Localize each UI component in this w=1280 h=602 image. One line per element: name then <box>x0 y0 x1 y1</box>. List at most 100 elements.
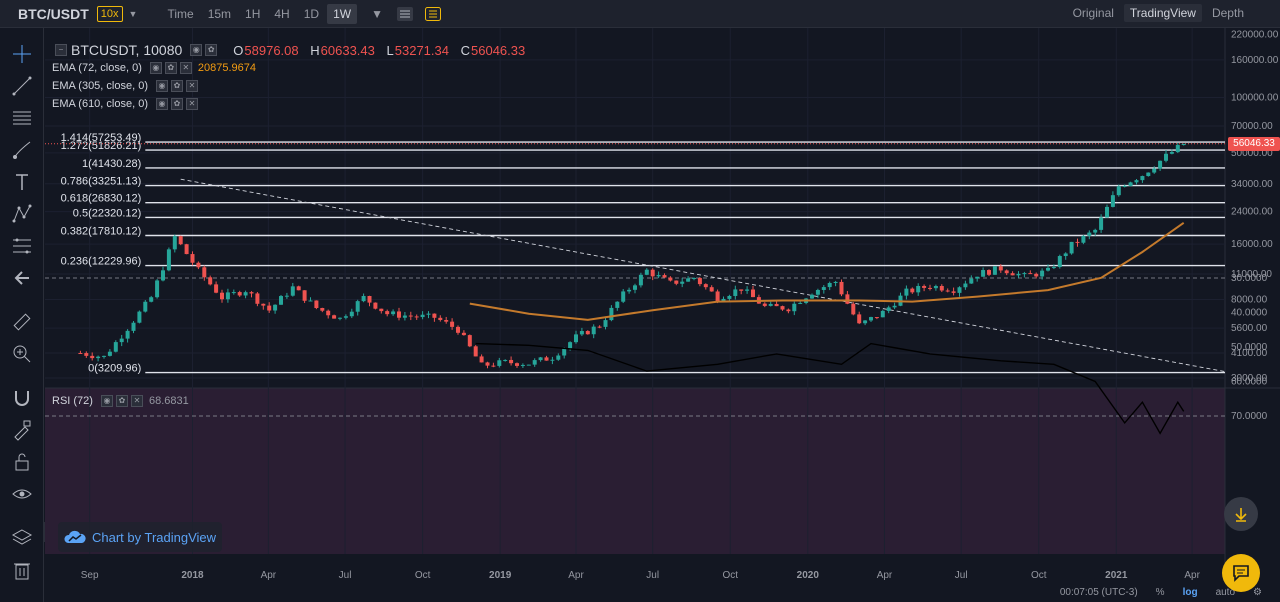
time-tick-label: Oct <box>415 570 431 581</box>
candle-body <box>497 360 502 366</box>
timeframe-dropdown-icon[interactable]: ▼ <box>367 4 387 24</box>
close-icon[interactable]: ✕ <box>186 80 198 92</box>
timeframe-time[interactable]: Time <box>161 4 199 24</box>
timeframe-1d[interactable]: 1D <box>298 4 325 24</box>
eye-icon[interactable]: ◉ <box>156 98 168 110</box>
magnet-icon[interactable] <box>8 384 36 412</box>
chevron-down-icon[interactable]: ▼ <box>129 9 138 19</box>
candle-body <box>1158 160 1163 169</box>
timeframe-4h[interactable]: 4H <box>268 4 295 24</box>
ema-72-line <box>469 221 1185 321</box>
close-icon[interactable]: ✕ <box>179 62 192 74</box>
candle-body <box>975 276 980 279</box>
candle-body <box>202 267 207 278</box>
eye-icon[interactable]: ◉ <box>156 80 168 92</box>
timeframe-15m[interactable]: 15m <box>202 4 237 24</box>
candle-body <box>119 338 124 343</box>
eye-icon[interactable]: ◉ <box>190 44 203 56</box>
candle-body <box>798 302 803 304</box>
timeframe-1w[interactable]: 1W <box>327 3 358 24</box>
eye-icon[interactable] <box>8 480 36 508</box>
price-chart[interactable]: 3000.004100.005600.008000.0011000.001600… <box>45 28 1280 582</box>
candle-body <box>225 292 230 300</box>
candle-body <box>821 287 826 290</box>
horizontal-lines-icon[interactable] <box>8 104 36 132</box>
gear-icon[interactable]: ✿ <box>115 395 128 407</box>
close-icon[interactable]: ✕ <box>130 395 143 407</box>
candle-body <box>650 269 655 277</box>
gear-icon[interactable]: ✿ <box>205 44 218 56</box>
candle-body <box>296 286 301 291</box>
chart-properties-icon[interactable] <box>423 4 443 24</box>
candle-body <box>928 287 932 289</box>
chat-button[interactable] <box>1222 554 1260 592</box>
collapse-legend-icon[interactable]: − <box>55 44 67 56</box>
layers-icon[interactable] <box>8 524 36 552</box>
arrow-left-icon[interactable] <box>8 264 36 292</box>
candle-body <box>568 342 573 349</box>
gear-icon[interactable]: ✿ <box>164 62 177 74</box>
candle-body <box>391 311 396 315</box>
percent-toggle[interactable]: % <box>1156 587 1165 598</box>
candle-body <box>762 303 767 306</box>
candle-body <box>1087 232 1092 236</box>
text-tool-icon[interactable] <box>8 168 36 196</box>
trend-line-icon[interactable] <box>8 72 36 100</box>
brush-icon[interactable] <box>8 136 36 164</box>
crosshair-icon[interactable] <box>8 40 36 68</box>
candle-body <box>621 291 626 302</box>
candle-body <box>314 300 319 309</box>
unlock-icon[interactable] <box>8 448 36 476</box>
eye-icon[interactable]: ◉ <box>100 395 113 407</box>
lock-drawing-icon[interactable] <box>8 416 36 444</box>
fib-level-label: 0.786(33251.13) <box>61 176 142 188</box>
time-tick-label: Sep <box>81 570 99 581</box>
fib-level-label: 0.618(26830.12) <box>61 193 142 205</box>
view-tradingview[interactable]: TradingView <box>1123 4 1202 22</box>
candle-body <box>951 291 956 293</box>
candle-body <box>1004 270 1009 274</box>
candle-body <box>644 269 649 275</box>
gear-icon[interactable]: ✿ <box>171 80 183 92</box>
candle-body <box>998 266 1003 271</box>
candle-body <box>102 355 106 357</box>
candle-body <box>279 296 283 305</box>
candle-body <box>603 320 608 327</box>
gear-icon[interactable]: ✿ <box>171 98 183 110</box>
candle-body <box>1175 145 1180 153</box>
candle-body <box>833 281 838 284</box>
last-price-label: 56046.33 <box>1228 137 1280 151</box>
candle-body <box>113 342 118 352</box>
leverage-badge[interactable]: 10x <box>96 5 123 22</box>
fib-tool-icon[interactable] <box>8 232 36 260</box>
symbol-title[interactable]: BTC/USDT <box>18 6 89 22</box>
gear-icon[interactable]: ⚙ <box>1253 587 1262 598</box>
zoom-icon[interactable] <box>8 340 36 368</box>
candle-body <box>143 301 148 312</box>
candle-body <box>373 302 378 309</box>
close-icon[interactable]: ✕ <box>186 98 198 110</box>
candle-body <box>473 346 478 357</box>
view-original[interactable]: Original <box>1067 4 1120 22</box>
ohlc-values: O58976.08 H60633.43 L53271.34 C56046.33 <box>233 42 526 58</box>
candle-body <box>379 308 384 312</box>
log-toggle[interactable]: log <box>1183 587 1198 598</box>
view-depth[interactable]: Depth <box>1206 4 1250 22</box>
candle-body <box>178 236 183 245</box>
view-switcher: Original TradingView Depth <box>1063 4 1250 22</box>
timeframe-1h[interactable]: 1H <box>239 4 266 24</box>
candle-body <box>125 330 130 339</box>
candle-body <box>939 285 944 291</box>
trash-icon[interactable] <box>8 556 36 584</box>
eye-icon[interactable]: ◉ <box>149 62 162 74</box>
candle-body <box>131 322 136 331</box>
candle-body <box>172 236 177 250</box>
scroll-to-realtime-button[interactable] <box>1224 497 1258 531</box>
ruler-icon[interactable] <box>8 308 36 336</box>
tradingview-watermark[interactable]: Chart by TradingView <box>58 522 223 552</box>
chat-icon <box>1233 565 1249 582</box>
pattern-icon[interactable] <box>8 200 36 228</box>
fib-level-label: 0.382(17810.12) <box>61 226 142 238</box>
indicator-settings-icon[interactable] <box>395 4 415 24</box>
candle-body <box>503 359 508 361</box>
